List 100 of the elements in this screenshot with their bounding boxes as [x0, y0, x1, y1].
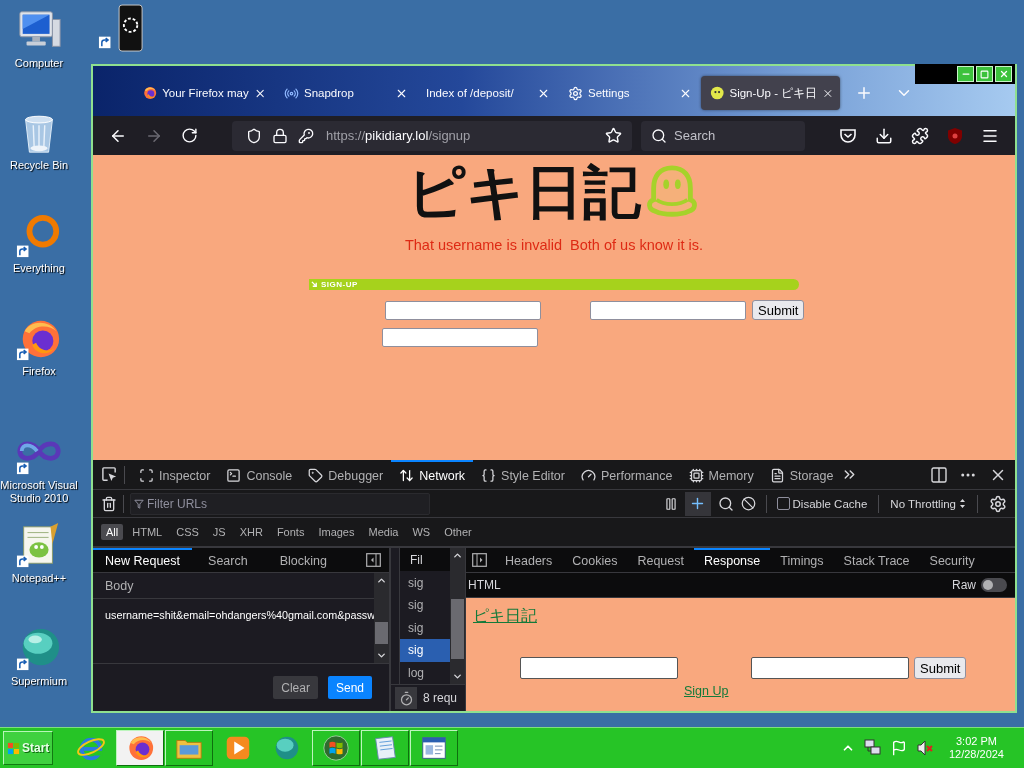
lock-icon[interactable]: [272, 127, 288, 144]
desktop-icon-label[interactable]: Supermium: [0, 675, 78, 688]
collapse-panel-icon[interactable]: [366, 553, 381, 567]
devtools-tab[interactable]: Performance: [572, 459, 681, 490]
scroll-up-icon[interactable]: [376, 575, 387, 586]
four-color-orb-icon[interactable]: [321, 733, 351, 763]
taskbar-button[interactable]: [116, 730, 164, 766]
type-filter-button[interactable]: Images: [313, 524, 360, 540]
muted-speaker-icon[interactable]: [915, 739, 934, 757]
scrollbar[interactable]: [450, 548, 465, 684]
devtools-tab[interactable]: Style Editor: [473, 459, 573, 490]
desktop-icon-label[interactable]: Notepad++: [0, 572, 78, 585]
tag-icon[interactable]: [308, 468, 324, 483]
dock-layout-icon[interactable]: [931, 466, 947, 483]
scroll-down-icon[interactable]: [376, 650, 387, 661]
text-field[interactable]: [382, 328, 538, 347]
raw-toggle[interactable]: [981, 578, 1007, 592]
panel-toggle-icon[interactable]: [472, 553, 487, 567]
settings-icon[interactable]: [989, 494, 1007, 513]
shield-badge-icon[interactable]: [947, 126, 963, 145]
browser-tab[interactable]: Snapdrop: [275, 76, 414, 110]
request-row[interactable]: sig: [399, 639, 450, 662]
address-bar[interactable]: https://pikidiary.lol/signup: [232, 120, 632, 151]
taskbar-button[interactable]: [410, 730, 458, 766]
type-filter-button[interactable]: WS: [407, 524, 436, 540]
puzzle-icon[interactable]: [911, 126, 929, 145]
request-body-text[interactable]: username=shit&email=ohdangers%40gmail.com&passw: [105, 609, 374, 621]
block-icon[interactable]: [740, 496, 756, 511]
send-button[interactable]: Send: [327, 676, 372, 699]
throttling-select[interactable]: No Throttling: [890, 497, 956, 510]
column-header[interactable]: Fil: [410, 552, 423, 567]
star-icon[interactable]: [605, 127, 622, 144]
search-icon[interactable]: [717, 495, 734, 512]
reload-icon[interactable]: [181, 127, 198, 144]
add-request-button[interactable]: [684, 491, 711, 516]
desktop-icon-label[interactable]: Computer: [0, 57, 78, 70]
browser-tab[interactable]: Sign-Up - ピキ日: [701, 76, 840, 110]
download-icon[interactable]: [875, 126, 893, 145]
scroll-thumb[interactable]: [375, 622, 388, 644]
taskbar-button[interactable]: [361, 730, 409, 766]
scroll-down-icon[interactable]: [452, 671, 463, 682]
desktop-icon-label[interactable]: Everything: [0, 262, 78, 275]
element-picker-icon[interactable]: [101, 466, 118, 483]
raw-label[interactable]: Raw: [952, 578, 976, 592]
devtools-tab[interactable]: Storage: [761, 459, 842, 490]
text-field[interactable]: [590, 300, 746, 320]
disable-cache-label[interactable]: Disable Cache: [792, 497, 868, 510]
phone-icon[interactable]: [98, 4, 144, 54]
browser-tab[interactable]: Settings: [559, 76, 698, 110]
filter-field[interactable]: Filter URLs: [130, 492, 430, 515]
text-field[interactable]: [385, 300, 541, 320]
frame-icon[interactable]: [139, 468, 154, 483]
key-icon[interactable]: [298, 127, 314, 144]
browser-tab[interactable]: Index of /deposit/: [417, 76, 556, 110]
type-filter-button[interactable]: Fonts: [271, 524, 310, 540]
disable-cache-checkbox[interactable]: [776, 497, 790, 510]
type-filter-button[interactable]: All: [101, 524, 124, 540]
browser-tab[interactable]: Your Firefox may: [133, 76, 272, 110]
text-field[interactable]: [751, 657, 909, 679]
pocket-icon[interactable]: [839, 126, 857, 145]
trash-icon[interactable]: [101, 495, 117, 512]
sidebar-tab[interactable]: New Request: [93, 547, 193, 573]
pause-icon[interactable]: [663, 496, 678, 511]
shield-icon[interactable]: [246, 127, 262, 144]
terminal-icon[interactable]: [226, 468, 242, 483]
search-field[interactable]: Search: [641, 120, 805, 151]
up-down-caret-icon[interactable]: [959, 498, 966, 509]
taskbar-button[interactable]: [312, 730, 360, 766]
details-tab[interactable]: Security: [919, 547, 985, 573]
devtools-tab[interactable]: Console: [218, 459, 301, 490]
sidebar-tab[interactable]: Search: [192, 547, 264, 573]
clear-button[interactable]: Clear: [273, 676, 318, 699]
type-filter-button[interactable]: XHR: [234, 524, 268, 540]
gauge-icon[interactable]: [580, 468, 596, 483]
type-filter-button[interactable]: HTML: [127, 524, 168, 540]
scroll-thumb[interactable]: [451, 599, 464, 659]
desktop-icon-label[interactable]: Microsoft Visual Studio 2010: [0, 479, 78, 505]
sphere-icon[interactable]: [16, 626, 62, 672]
scrollbar[interactable]: [374, 573, 389, 663]
details-tab[interactable]: Cookies: [562, 547, 628, 573]
details-tab[interactable]: Request: [627, 547, 694, 573]
submit-button[interactable]: Submit: [752, 300, 805, 320]
ring-icon[interactable]: [16, 213, 62, 259]
document-icon[interactable]: [769, 468, 785, 483]
scroll-up-icon[interactable]: [452, 550, 463, 561]
taskbar-button[interactable]: [165, 730, 213, 766]
devtools-tab[interactable]: Memory: [680, 459, 762, 490]
braces-icon[interactable]: [481, 468, 497, 483]
desktop-icon-label[interactable]: Recycle Bin: [0, 159, 78, 172]
sidebar-tab[interactable]: Blocking: [263, 547, 343, 573]
search-icon[interactable]: [651, 127, 667, 144]
up-down-arrows-icon[interactable]: [399, 468, 415, 483]
details-tab[interactable]: Stack Trace: [833, 547, 920, 573]
type-filter-button[interactable]: CSS: [171, 524, 204, 540]
chip-icon[interactable]: [688, 468, 704, 483]
type-filter-button[interactable]: JS: [207, 524, 231, 540]
network-icon[interactable]: [863, 739, 882, 757]
type-filter-button[interactable]: Other: [439, 524, 477, 540]
desktop-icon-label[interactable]: Firefox: [0, 365, 78, 378]
type-filter-button[interactable]: Media: [363, 524, 404, 540]
